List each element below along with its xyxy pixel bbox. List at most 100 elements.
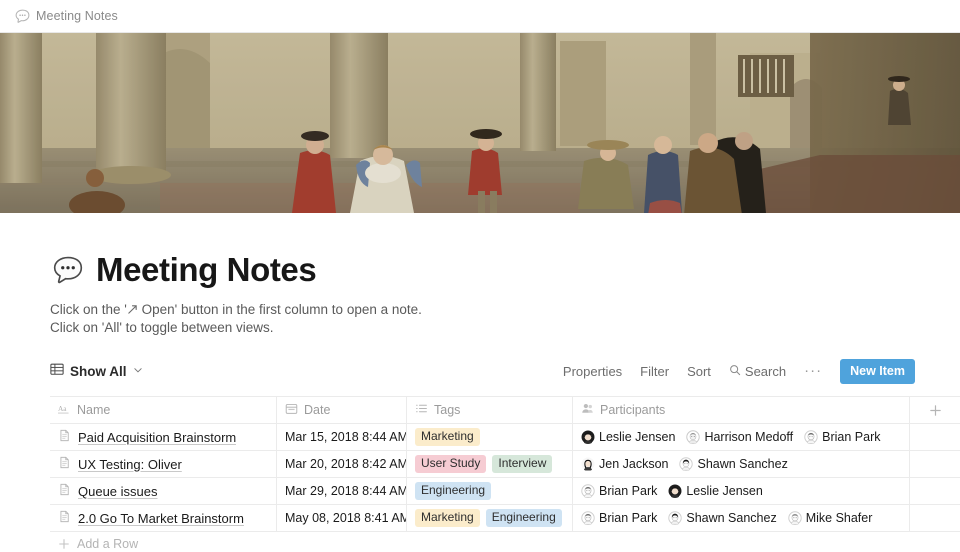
speech-bubble-icon (14, 8, 31, 25)
date-value: Mar 29, 2018 8:44 AM (285, 484, 407, 498)
window-top-bar: Meeting Notes (0, 0, 960, 33)
tag-chip[interactable]: Interview (492, 455, 552, 473)
tag-chip[interactable]: Engineering (486, 509, 562, 527)
cell-empty-trailing (910, 424, 960, 450)
cell-participants[interactable]: Brian Park Shawn Sanchez Mike Shafer (573, 505, 910, 531)
cell-name[interactable]: Queue issues (50, 478, 277, 504)
cell-date[interactable]: Mar 15, 2018 8:44 AM (277, 424, 407, 450)
avatar (668, 511, 682, 525)
tag-chip[interactable]: Marketing (415, 509, 480, 527)
date-value: May 08, 2018 8:41 AM (285, 511, 407, 525)
row-name-link[interactable]: 2.0 Go To Market Brainstorm (78, 511, 244, 526)
view-switcher-show-all[interactable]: Show All (50, 362, 143, 381)
list-icon (415, 402, 428, 418)
participant-name: Brian Park (599, 484, 657, 498)
cell-tags[interactable]: Marketing Engineering (407, 505, 573, 531)
document-icon (58, 429, 71, 445)
cover-painting (0, 33, 960, 213)
row-name-link[interactable]: Queue issues (78, 484, 158, 499)
tag-chip[interactable]: Engineering (415, 482, 491, 500)
table-row[interactable]: Paid Acquisition Brainstorm Mar 15, 2018 … (50, 424, 960, 451)
avatar (581, 484, 595, 498)
participant-name: Leslie Jensen (599, 430, 675, 444)
cell-participants[interactable]: Leslie Jensen Harrison Medoff Brian Park (573, 424, 910, 450)
table-row[interactable]: Queue issues Mar 29, 2018 8:44 AM Engineer… (50, 478, 960, 505)
participant-name: Shawn Sanchez (697, 457, 787, 471)
cell-date[interactable]: May 08, 2018 8:41 AM (277, 505, 407, 531)
table-icon (50, 362, 64, 381)
search-label: Search (745, 364, 786, 379)
speech-balloon-icon (50, 253, 86, 287)
toolbar-actions: Properties Filter Sort Search ··· New It… (563, 359, 920, 384)
table-toolbar: Show All Properties Filter Sort Sea (40, 358, 920, 384)
avatar (788, 511, 802, 525)
participant[interactable]: Mike Shafer (788, 511, 873, 525)
participant-name: Shawn Sanchez (686, 511, 776, 525)
participant[interactable]: Shawn Sanchez (679, 457, 787, 471)
cell-date[interactable]: Mar 29, 2018 8:44 AM (277, 478, 407, 504)
participant[interactable]: Harrison Medoff (686, 430, 793, 444)
plus-icon (929, 404, 942, 417)
participant-name: Brian Park (822, 430, 880, 444)
cell-tags[interactable]: Engineering (407, 478, 573, 504)
page-description: Click on the ' Open' button in the first… (40, 301, 920, 337)
participant[interactable]: Shawn Sanchez (668, 511, 776, 525)
column-header-date-label: Date (304, 403, 330, 417)
page-title: Meeting Notes (96, 251, 316, 289)
participant[interactable]: Brian Park (581, 511, 657, 525)
participant[interactable]: Leslie Jensen (581, 430, 675, 444)
participant-name: Leslie Jensen (686, 484, 762, 498)
page-title-row: Meeting Notes (40, 251, 920, 289)
participant[interactable]: Jen Jackson (581, 457, 668, 471)
table-row[interactable]: UX Testing: OliverMar 20, 2018 8:42 AMUs… (50, 451, 960, 478)
column-header-participants-label: Participants (600, 403, 665, 417)
column-header-name[interactable]: Aa Name (50, 397, 277, 423)
add-row-button[interactable]: Add a Row (50, 532, 960, 552)
sort-button[interactable]: Sort (687, 364, 711, 379)
cell-tags[interactable]: Marketing (407, 424, 573, 450)
add-column-button[interactable] (910, 397, 960, 423)
tag-chip[interactable]: Marketing (415, 428, 480, 446)
participant-name: Mike Shafer (806, 511, 873, 525)
column-header-name-label: Name (77, 403, 110, 417)
filter-button[interactable]: Filter (640, 364, 669, 379)
row-name-link[interactable]: Paid Acquisition Brainstorm (78, 430, 236, 445)
description-line-2: Click on 'All' to toggle between views. (50, 319, 920, 337)
notes-table: Aa Name Date (50, 396, 960, 552)
cell-name[interactable]: UX Testing: Oliver (50, 451, 277, 477)
view-switcher-label: Show All (70, 364, 127, 379)
overflow-menu-button[interactable]: ··· (804, 366, 822, 376)
plus-icon (58, 538, 70, 550)
row-name-link[interactable]: UX Testing: Oliver (78, 457, 182, 472)
table-row[interactable]: 2.0 Go To Market Brainstorm May 08, 2018 … (50, 505, 960, 532)
page-body: Meeting Notes Click on the ' Open' butto… (0, 251, 960, 552)
cell-participants[interactable]: Jen Jackson Shawn Sanchez (573, 451, 910, 477)
cell-date[interactable]: Mar 20, 2018 8:42 AM (277, 451, 407, 477)
cell-participants[interactable]: Brian Park Leslie Jensen (573, 478, 910, 504)
column-header-participants[interactable]: Participants (573, 397, 910, 423)
new-item-button[interactable]: New Item (840, 359, 915, 384)
cell-empty-trailing (910, 478, 960, 504)
cell-name[interactable]: Paid Acquisition Brainstorm (50, 424, 277, 450)
calendar-icon (285, 402, 298, 418)
cell-empty-trailing (910, 451, 960, 477)
search-button[interactable]: Search (729, 364, 786, 379)
participant[interactable]: Leslie Jensen (668, 484, 762, 498)
column-header-tags[interactable]: Tags (407, 397, 573, 423)
table-body: Paid Acquisition Brainstorm Mar 15, 2018 … (50, 424, 960, 532)
column-header-date[interactable]: Date (277, 397, 407, 423)
participant[interactable]: Brian Park (581, 484, 657, 498)
participant-name: Jen Jackson (599, 457, 668, 471)
tag-chip[interactable]: User Study (415, 455, 486, 473)
properties-button[interactable]: Properties (563, 364, 622, 379)
description-line-1: Click on the ' Open' button in the first… (50, 301, 920, 319)
open-arrow-icon (127, 302, 138, 313)
cell-name[interactable]: 2.0 Go To Market Brainstorm (50, 505, 277, 531)
avatar (581, 457, 595, 471)
svg-text:Aa: Aa (58, 404, 67, 413)
avatar (686, 430, 700, 444)
cell-tags[interactable]: User Study Interview (407, 451, 573, 477)
description-line-1-before: Click on the ' (50, 302, 127, 317)
participant[interactable]: Brian Park (804, 430, 880, 444)
text-format-icon: Aa (58, 403, 71, 418)
